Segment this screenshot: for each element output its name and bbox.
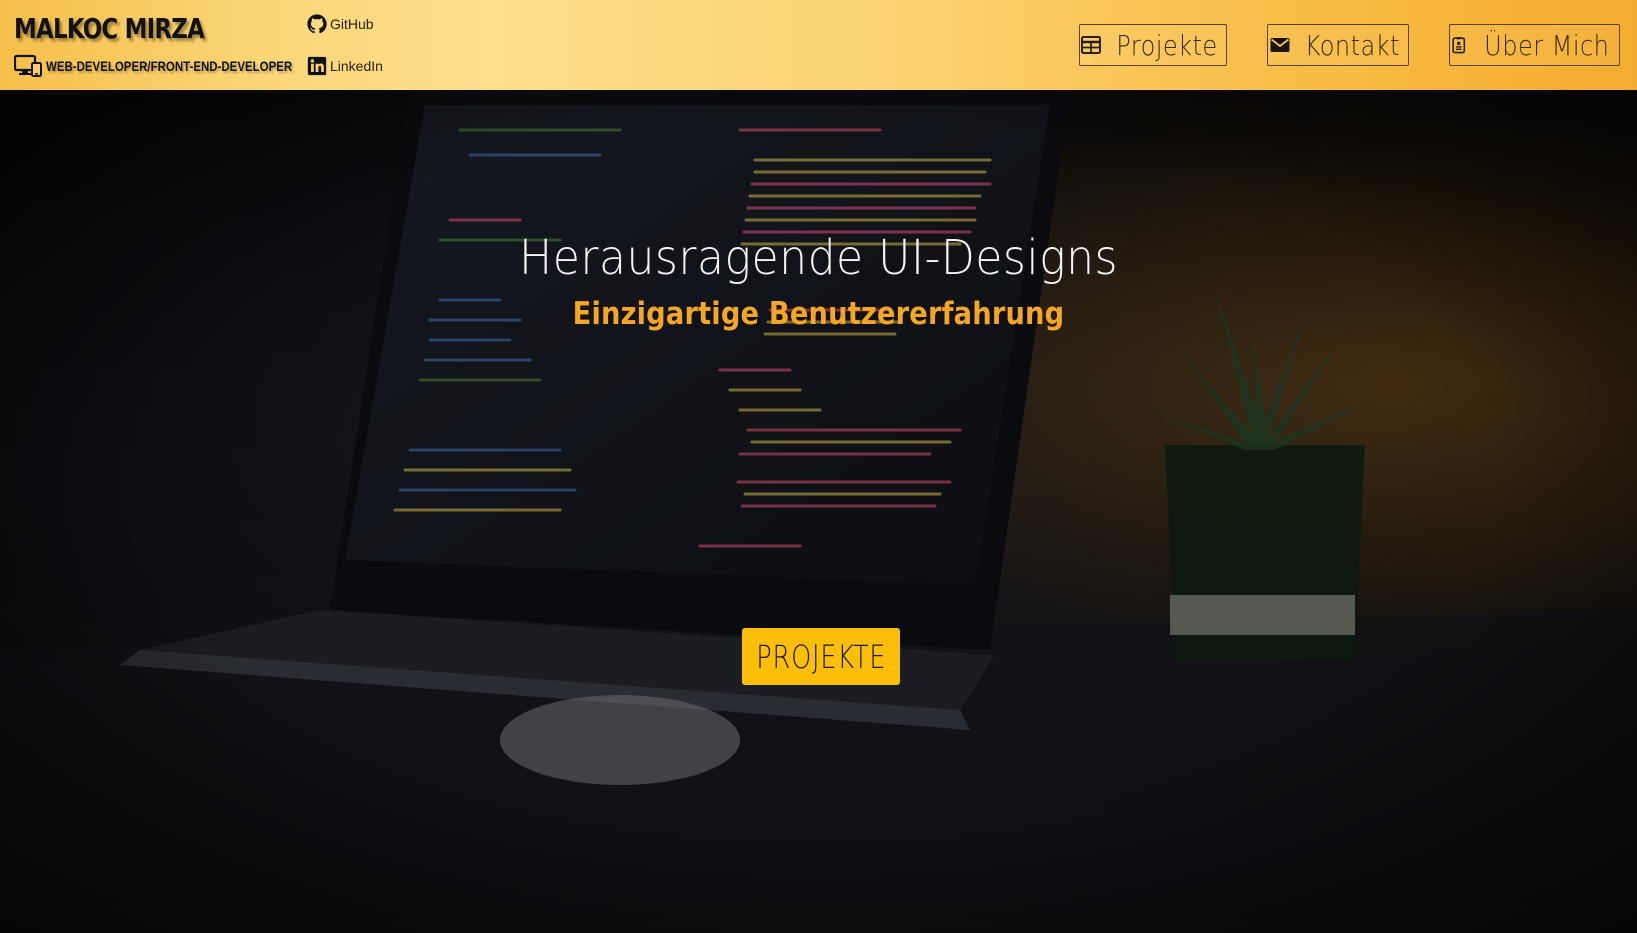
- hero-subtitle: Einzigartige Benutzererfahrung: [572, 296, 1065, 332]
- brand-role-text: WEB-DEVELOPER/FRONT-END-DEVELOPER: [46, 58, 293, 74]
- linkedin-icon: [307, 56, 327, 76]
- nav-ueber-mich-label: Über Mich: [1483, 28, 1609, 62]
- hero-text: Herausragende UI-Designs Einzigartige Be…: [0, 230, 1637, 332]
- linkedin-label: LinkedIn: [330, 58, 383, 74]
- envelope-icon: [1270, 38, 1290, 52]
- table-icon: [1081, 36, 1102, 54]
- projekte-cta-label: PROJEKTE: [755, 637, 887, 676]
- nav-ueber-mich-button[interactable]: Über Mich: [1449, 24, 1620, 66]
- hero-title: Herausragende UI-Designs: [519, 230, 1118, 286]
- brand-role: WEB-DEVELOPER/FRONT-END-DEVELOPER: [14, 54, 346, 78]
- brand-name: MALKOC MIRZA: [14, 12, 205, 45]
- site-header: MALKOC MIRZA WEB-DEVELOPER/FRONT-END-DEV…: [0, 0, 1637, 90]
- nav-projekte-button[interactable]: Projekte: [1079, 24, 1227, 66]
- id-badge-icon: [1452, 37, 1466, 54]
- social-links: GitHub LinkedIn: [306, 12, 383, 96]
- nav-kontakt-label: Kontakt: [1304, 28, 1400, 62]
- hero-background-image: [0, 90, 1637, 933]
- hero-section: Herausragende UI-Designs Einzigartige Be…: [0, 90, 1637, 933]
- projekte-cta-button[interactable]: PROJEKTE: [742, 628, 900, 685]
- monitor-phone-icon: [14, 54, 42, 77]
- nav-kontakt-button[interactable]: Kontakt: [1267, 24, 1409, 66]
- github-link[interactable]: GitHub: [306, 12, 383, 36]
- brand[interactable]: MALKOC MIRZA WEB-DEVELOPER/FRONT-END-DEV…: [14, 12, 292, 77]
- page: MALKOC MIRZA WEB-DEVELOPER/FRONT-END-DEV…: [0, 0, 1637, 933]
- github-label: GitHub: [330, 16, 374, 32]
- nav-projekte-label: Projekte: [1116, 28, 1218, 62]
- linkedin-link[interactable]: LinkedIn: [306, 54, 383, 78]
- github-icon: [307, 14, 327, 34]
